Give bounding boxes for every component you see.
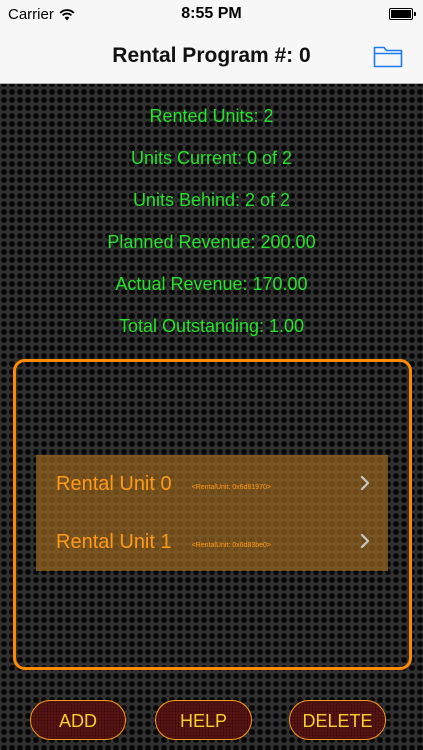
page-title: Rental Program #: 0 xyxy=(112,44,311,67)
rental-summary: Rented Units: 2 Units Current: 0 of 2 Un… xyxy=(0,100,423,352)
units-current-stat: Units Current: 0 of 2 xyxy=(130,148,293,168)
rental-units-list: Rental Unit 0 <RentalUnit: 0x6d81970> Re… xyxy=(36,455,388,571)
rental-unit-subtitle: <RentalUnit: 0x6d81970> xyxy=(191,483,272,491)
actual-revenue-stat: Actual Revenue: 170.00 xyxy=(115,274,308,294)
status-bar: Carrier 8:55 PM xyxy=(0,0,423,30)
rental-unit-title: Rental Unit 1 xyxy=(56,530,172,553)
rental-unit-title: Rental Unit 0 xyxy=(56,472,172,495)
rental-unit-row[interactable]: Rental Unit 1 <RentalUnit: 0x6d83be0> xyxy=(36,513,388,571)
rental-unit-subtitle: <RentalUnit: 0x6d83be0> xyxy=(191,541,272,549)
total-outstanding-stat: Total Outstanding: 1.00 xyxy=(118,316,305,336)
navigation-bar: Rental Program #: 0 xyxy=(0,30,423,84)
status-time: 8:55 PM xyxy=(181,5,242,22)
rented-units-stat: Rented Units: 2 xyxy=(149,106,274,126)
rental-unit-row[interactable]: Rental Unit 0 <RentalUnit: 0x6d81970> xyxy=(36,455,388,513)
delete-button[interactable]: DELETE xyxy=(289,700,386,740)
add-button[interactable]: ADD xyxy=(30,700,126,740)
chevron-right-icon xyxy=(360,533,370,549)
planned-revenue-stat: Planned Revenue: 200.00 xyxy=(107,232,316,252)
chevron-right-icon xyxy=(360,475,370,491)
help-button[interactable]: HELP xyxy=(155,700,252,740)
folder-icon[interactable] xyxy=(373,44,403,68)
battery-level xyxy=(391,10,411,18)
units-behind-stat: Units Behind: 2 of 2 xyxy=(132,190,291,210)
battery-icon xyxy=(389,8,416,20)
